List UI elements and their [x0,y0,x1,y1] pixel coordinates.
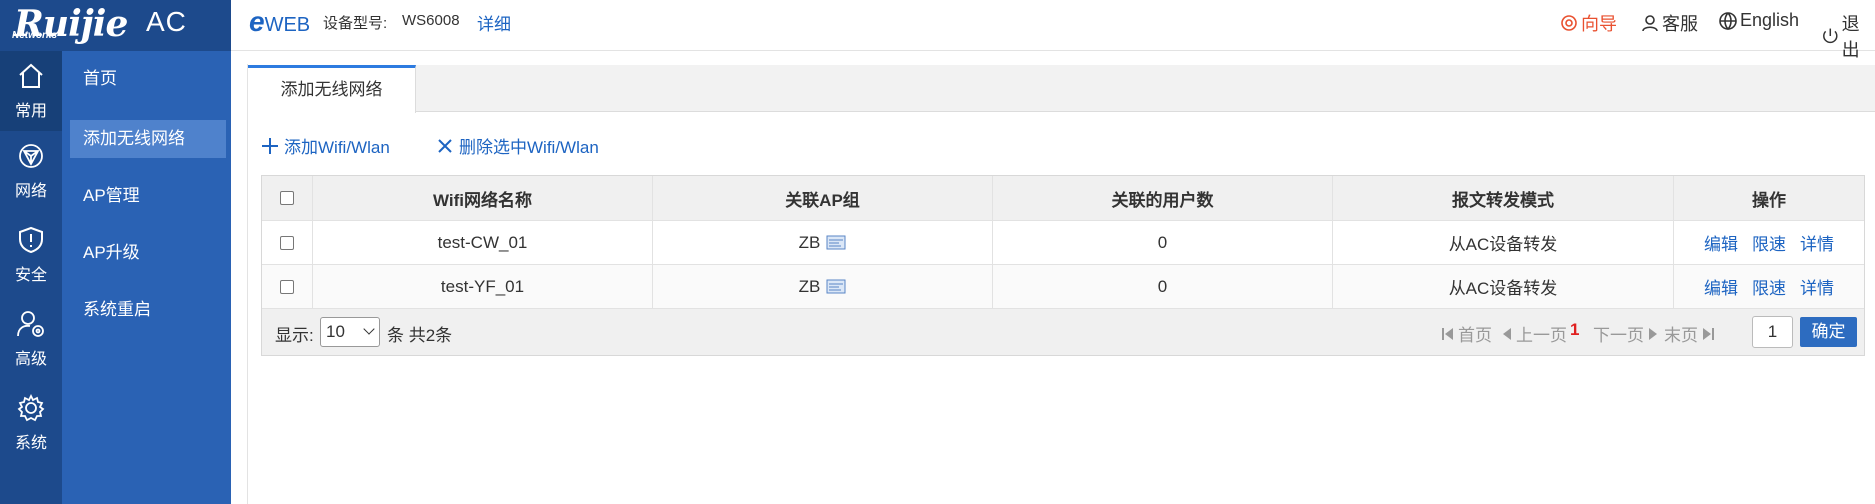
rail-item-network[interactable]: 网络 [0,131,62,211]
cell-name: test-CW_01 [313,221,653,264]
prev-page-button[interactable]: 上一页 [1502,321,1567,346]
col-header-users: 关联的用户数 [993,176,1333,220]
rail-item-system[interactable]: 系统 [0,383,62,463]
gear-icon [17,393,45,422]
cell-users: 0 [993,221,1333,264]
eweb-logo: eWEB [249,6,311,37]
rail-item-advanced[interactable]: 高级 [0,299,62,379]
product-name: AC [146,6,187,37]
user-gear-icon [17,311,44,337]
pagination-bar: 显示: 10 条 共2条 首页 上一页 1 下一页 末页 1 确定 [262,309,1864,355]
page-size-label: 显示: [275,326,314,345]
content-divider [247,64,248,504]
delete-wifi-button[interactable]: 删除选中Wifi/Wlan [435,133,599,158]
plus-icon [262,137,278,154]
submenu-item-home[interactable]: 首页 [70,60,226,98]
cell-ap-group: ZB [653,265,993,308]
close-icon [438,138,452,153]
current-page: 1 [1570,320,1580,339]
brand-header: Ruijie Networks AC [0,0,231,51]
col-header-ap-group: 关联AP组 [653,176,993,220]
user-icon [1642,15,1658,32]
rail-item-common[interactable]: 常用 [0,51,62,131]
submenu: 首页 添加无线网络 AP管理 AP升级 系统重启 [62,51,231,504]
col-header-name: Wifi网络名称 [313,176,653,220]
top-header: eWEB 设备型号: WS6008 详细 向导 客服 English 退出 [231,0,1875,60]
submenu-item-add-wireless[interactable]: 添加无线网络 [70,120,226,158]
guide-gear-icon [1561,15,1577,31]
cell-ap-group: ZB [653,221,993,264]
shield-icon [19,226,43,254]
ap-group-list-icon[interactable] [826,235,846,250]
limit-speed-link[interactable]: 限速 [1752,274,1786,299]
rail-item-security[interactable]: 安全 [0,215,62,295]
power-icon [1823,28,1838,44]
limit-speed-link[interactable]: 限速 [1752,230,1786,255]
chevron-down-icon [363,323,375,335]
col-header-ops: 操作 [1752,190,1786,210]
globe-icon [1719,11,1737,30]
detail-link[interactable]: 详情 [1800,230,1834,255]
submenu-item-reboot[interactable]: 系统重启 [70,291,226,329]
detail-link[interactable]: 详情 [1800,274,1834,299]
table-header-row: Wifi网络名称 关联AP组 关联的用户数 报文转发模式 操作 [262,176,1864,221]
next-page-button[interactable]: 下一页 [1593,321,1658,346]
row-checkbox[interactable] [280,235,294,250]
last-page-icon [1703,327,1714,340]
tab-bar: 添加无线网络 [248,65,1875,113]
first-page-icon [1442,327,1453,340]
page-size-select[interactable]: 10 [320,317,380,347]
edit-link[interactable]: 编辑 [1704,230,1738,255]
model-label: 设备型号: [323,15,388,32]
language-button[interactable]: English [1718,10,1799,31]
cell-ops: 编辑 限速 详情 [1674,265,1864,308]
cell-users: 0 [993,265,1333,308]
last-page-button[interactable]: 末页 [1664,321,1714,346]
row-checkbox[interactable] [280,279,294,294]
network-icon [19,144,43,168]
tab-add-wireless[interactable]: 添加无线网络 [248,65,416,113]
cell-ops: 编辑 限速 详情 [1674,221,1864,264]
service-button[interactable]: 客服 [1640,10,1698,36]
submenu-item-ap-manage[interactable]: AP管理 [70,177,226,215]
confirm-button[interactable]: 确定 [1800,317,1857,347]
model-detail-link[interactable]: 详细 [477,10,511,35]
table-row: test-CW_01 ZB 0 从AC设备转发 编辑 限速 详情 [262,221,1864,265]
guide-button[interactable]: 向导 [1559,10,1617,36]
model-value: WS6008 [402,12,460,29]
wifi-table: Wifi网络名称 关联AP组 关联的用户数 报文转发模式 操作 test-CW_… [261,175,1865,356]
ap-group-list-icon[interactable] [826,279,846,294]
cell-name: test-YF_01 [313,265,653,308]
next-page-icon [1649,327,1657,340]
logout-button[interactable]: 退出 [1821,10,1875,62]
first-page-button[interactable]: 首页 [1442,321,1492,346]
home-icon [19,63,43,88]
select-all-checkbox[interactable] [280,191,294,205]
prev-page-icon [1503,327,1511,340]
table-row: test-YF_01 ZB 0 从AC设备转发 编辑 限速 详情 [262,265,1864,309]
goto-page-input[interactable]: 1 [1752,316,1793,348]
total-count: 条 共2条 [387,326,453,345]
cell-mode: 从AC设备转发 [1333,221,1674,264]
add-wifi-button[interactable]: 添加Wifi/Wlan [260,133,390,158]
submenu-item-ap-upgrade[interactable]: AP升级 [70,234,226,272]
edit-link[interactable]: 编辑 [1704,274,1738,299]
col-header-mode: 报文转发模式 [1333,176,1674,220]
ruijie-logo-sub: Networks [12,30,58,41]
cell-mode: 从AC设备转发 [1333,265,1674,308]
